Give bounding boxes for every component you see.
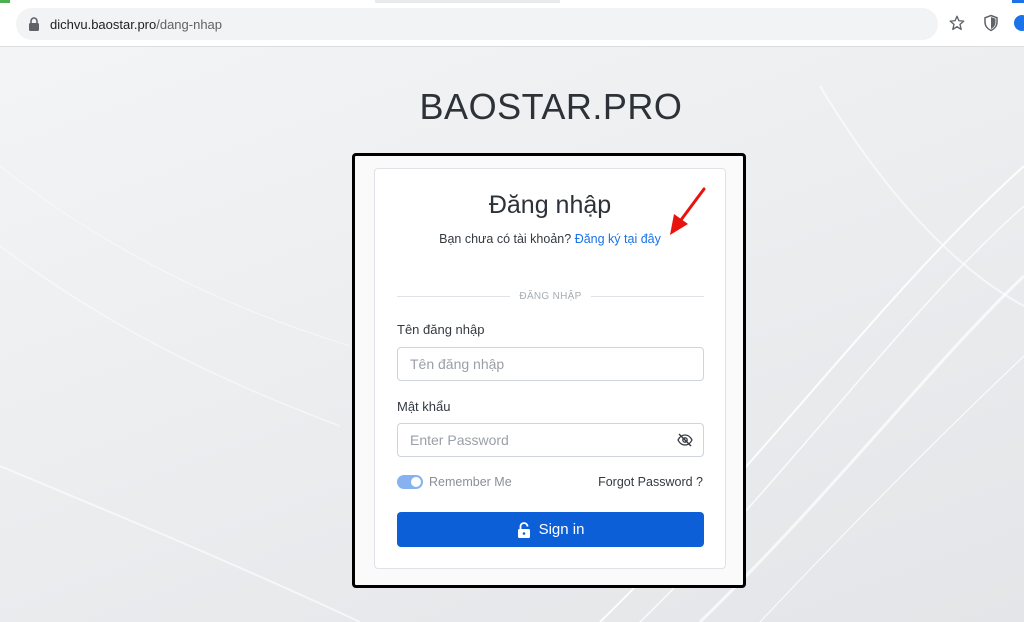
remember-me-toggle[interactable] xyxy=(397,475,423,489)
signup-prompt-text: Bạn chưa có tài khoản? xyxy=(439,232,572,246)
password-input[interactable] xyxy=(397,423,704,457)
site-brand: BAOSTAR.PRO xyxy=(419,86,683,127)
divider-line-right xyxy=(590,296,704,297)
username-label: Tên đăng nhập xyxy=(397,322,485,337)
unlock-icon xyxy=(517,521,531,538)
eye-slash-icon[interactable] xyxy=(677,433,693,447)
tab-indicator-left xyxy=(0,0,10,3)
shield-extension-icon[interactable] xyxy=(982,14,1000,32)
lock-icon[interactable] xyxy=(26,16,42,32)
password-label: Mật khẩu xyxy=(397,399,451,414)
tab-indicator-right xyxy=(1012,0,1024,3)
divider-line-left xyxy=(397,296,511,297)
tab-strip xyxy=(0,0,1024,3)
address-bar[interactable]: dichvu.baostar.pro/dang-nhap xyxy=(16,8,938,40)
toggle-knob xyxy=(411,477,421,487)
signup-link[interactable]: Đăng ký tại đây xyxy=(575,232,661,246)
url-host: dichvu.baostar.pro xyxy=(50,16,157,32)
sign-in-label: Sign in xyxy=(538,521,585,538)
username-input[interactable] xyxy=(397,347,704,381)
remember-me-row: Remember Me xyxy=(397,475,512,489)
sign-in-button[interactable]: Sign in xyxy=(397,512,704,547)
section-divider: ĐĂNG NHẬP xyxy=(397,291,704,302)
tab-indicator-mid xyxy=(375,0,560,3)
divider-text: ĐĂNG NHẬP xyxy=(519,291,582,302)
bookmark-star-icon[interactable] xyxy=(948,14,966,32)
browser-toolbar: dichvu.baostar.pro/dang-nhap xyxy=(0,0,1024,47)
remember-me-label[interactable]: Remember Me xyxy=(429,475,512,489)
url-text[interactable]: dichvu.baostar.pro/dang-nhap xyxy=(50,17,222,32)
forgot-password-link[interactable]: Forgot Password ? xyxy=(598,475,703,489)
url-path: /dang-nhap xyxy=(156,16,223,32)
red-arrow-annotation xyxy=(670,187,706,235)
profile-edge-icon[interactable] xyxy=(1012,14,1024,32)
